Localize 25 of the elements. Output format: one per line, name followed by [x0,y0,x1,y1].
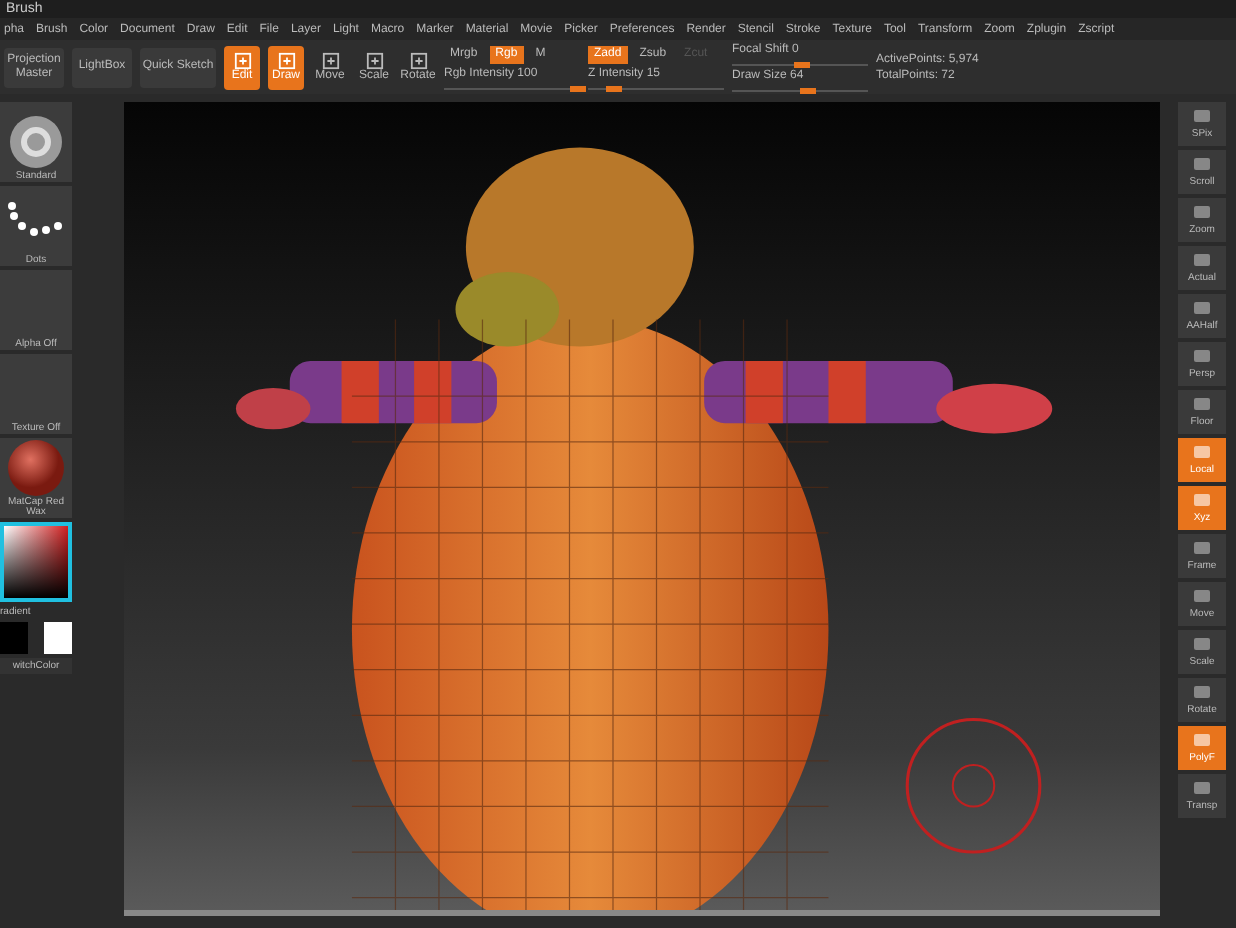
tool-icon [1190,779,1214,800]
secondary-color-swatch[interactable] [44,621,72,654]
tool-icon [1190,347,1214,368]
tool-icon [1190,683,1214,704]
tool-icon [1190,635,1214,656]
tool-icon [1190,155,1214,176]
tool-icon [1190,491,1214,512]
tool-icon [1190,299,1214,320]
color-picker[interactable] [0,521,72,602]
tool-icon [233,52,251,71]
primary-color-swatch[interactable] [0,621,28,654]
tool-icon [321,52,339,71]
tool-icon [1190,731,1214,752]
tool-icon [1190,443,1214,464]
tool-icon [1190,251,1214,272]
brush-sphere-icon [6,111,66,172]
tool-icon [409,52,427,71]
tool-icon [1190,107,1214,128]
tool-icon [277,52,295,71]
tool-icon [1190,395,1214,416]
material-sphere-icon [6,437,66,498]
tool-icon [1190,539,1214,560]
tool-icon [1190,203,1214,224]
tool-icon [365,52,383,71]
tool-icon [1190,587,1214,608]
